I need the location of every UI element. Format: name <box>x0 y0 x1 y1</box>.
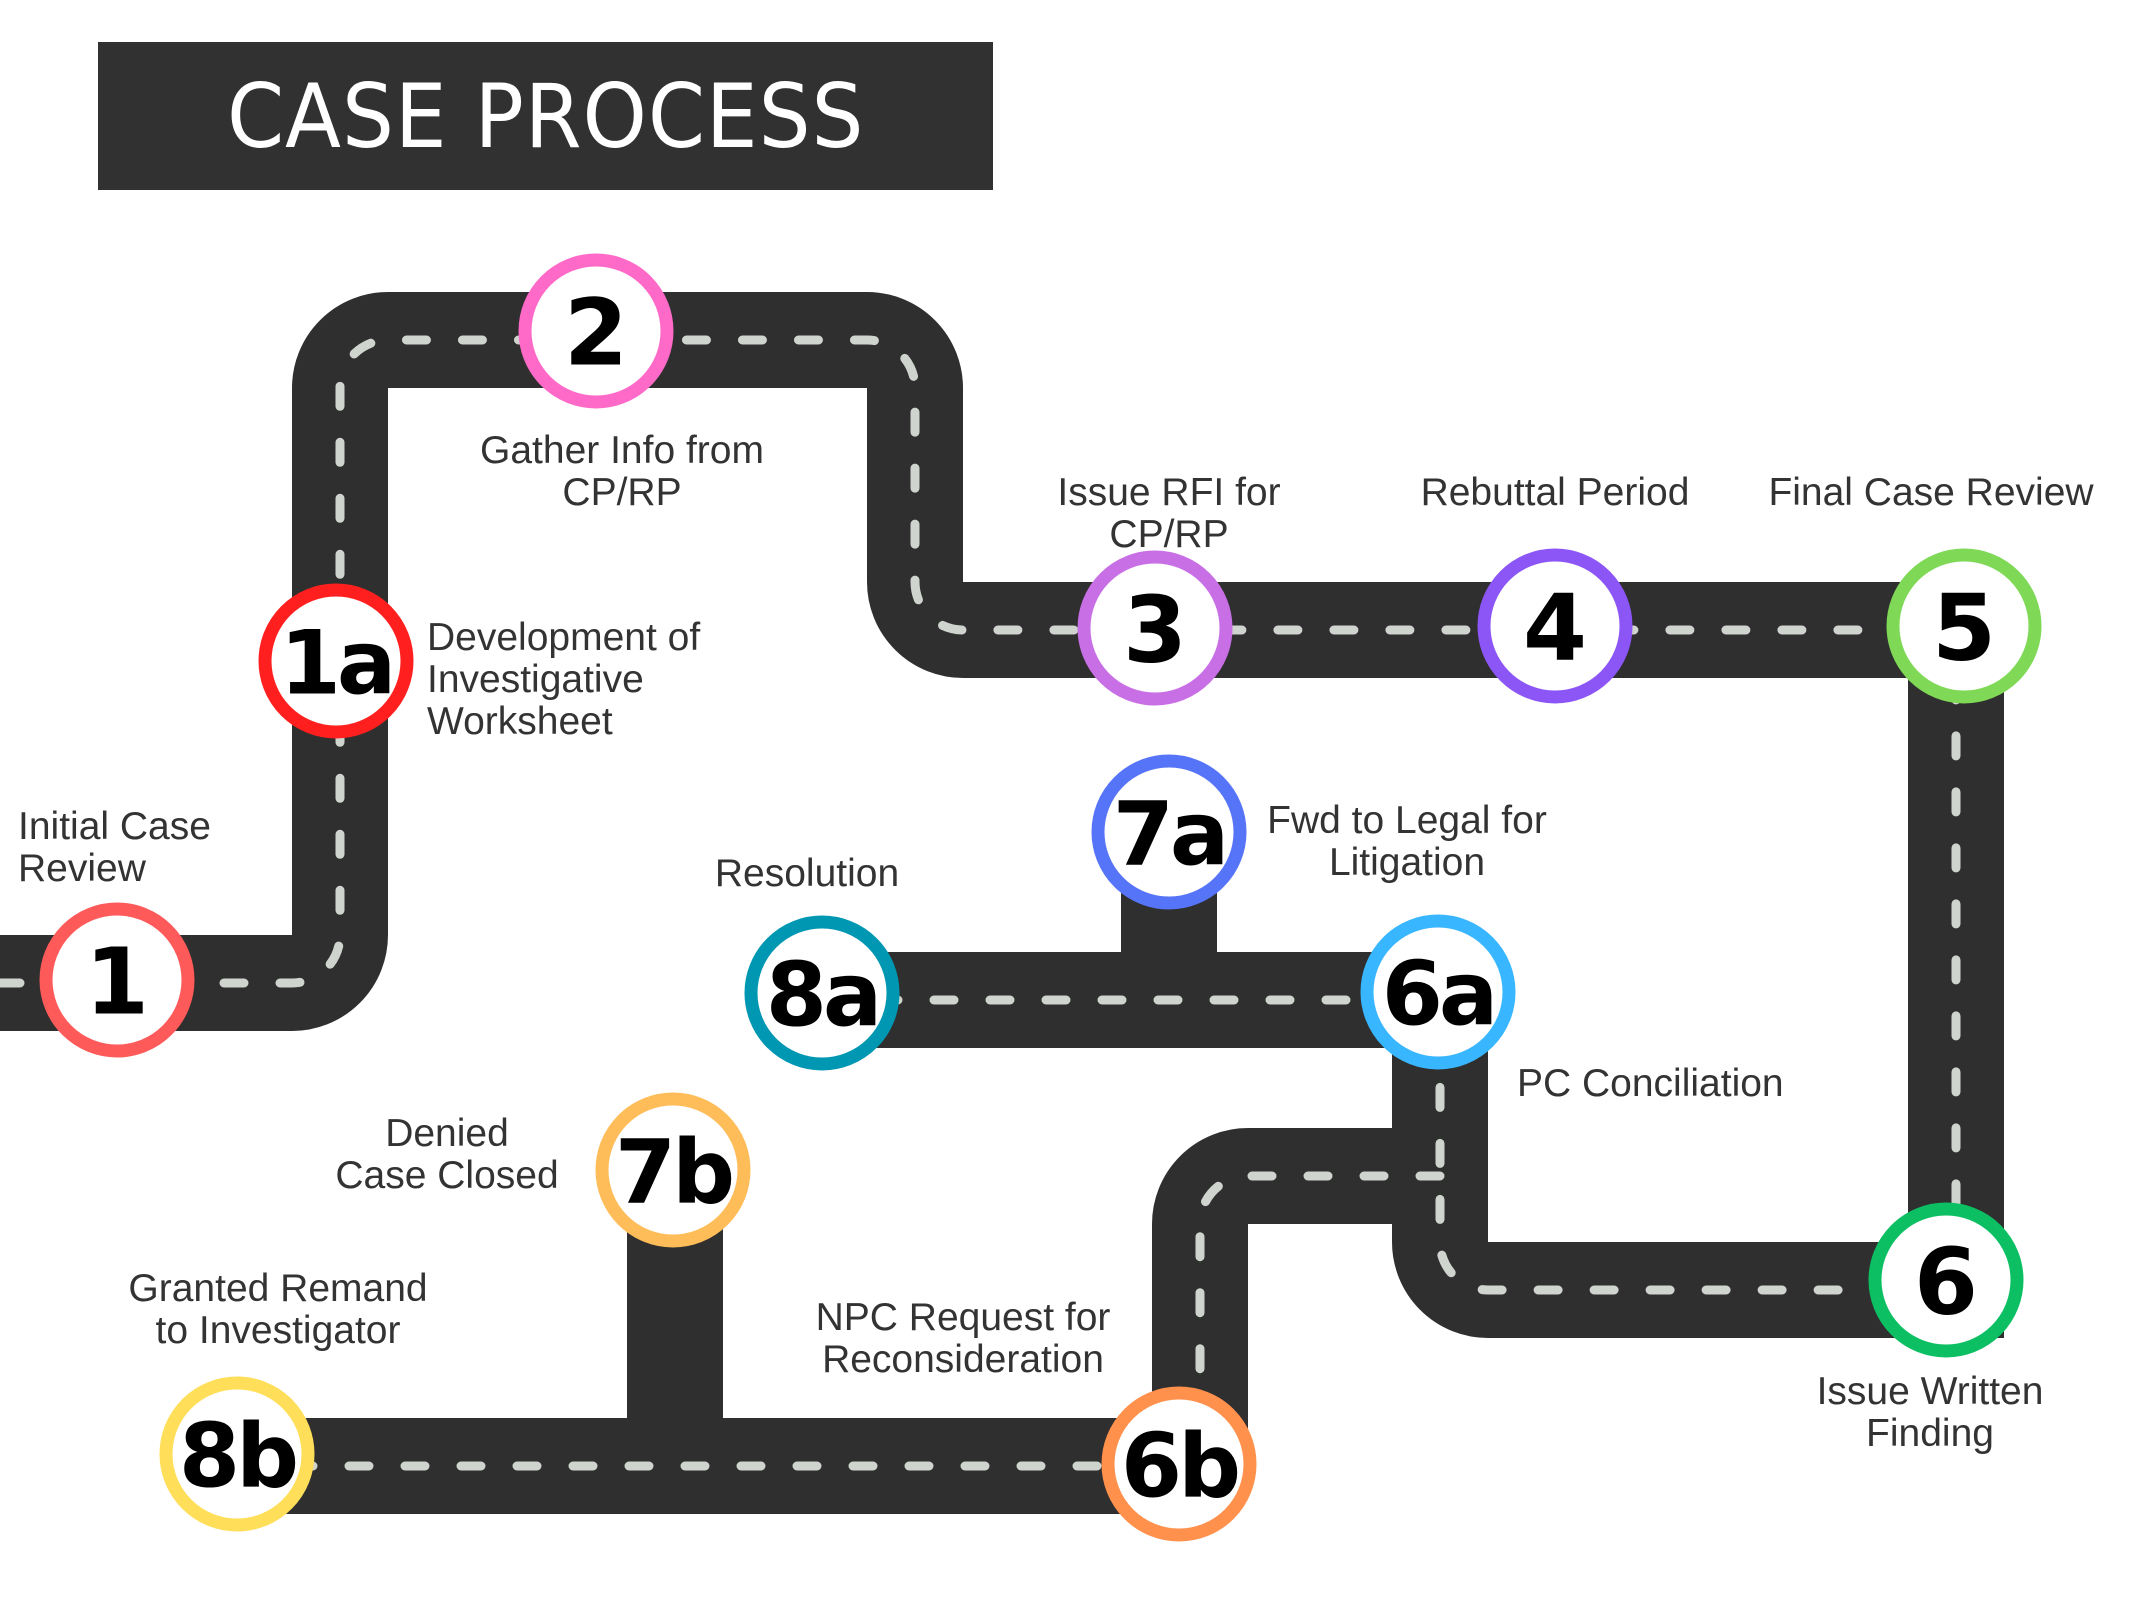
step-number: 7a <box>1113 783 1226 886</box>
step-marker-4: 4 <box>1477 548 1633 704</box>
step-label-line: NPC Request for <box>815 1296 1111 1339</box>
step-label-line: Final Case Review <box>1768 471 2094 514</box>
step-label-line: Reconsideration <box>822 1338 1104 1381</box>
step-label-line: Development of <box>427 616 701 659</box>
step-label-line: Worksheet <box>427 700 613 743</box>
step-label-line: Fwd to Legal for <box>1267 799 1547 842</box>
step-marker-1: 1 <box>39 902 195 1058</box>
step-label-6b: NPC Request for Reconsideration <box>816 1297 1111 1381</box>
step-label-1a: Development of Investigative Worksheet <box>427 617 700 743</box>
step-number: 6b <box>1121 1415 1238 1518</box>
step-label-line: Denied <box>385 1112 509 1155</box>
step-label-7b: Denied Case Closed <box>335 1113 558 1197</box>
step-marker-3: 3 <box>1077 550 1233 706</box>
step-marker-1a: 1a <box>258 583 414 739</box>
step-number: 8a <box>766 944 879 1047</box>
step-marker-6b: 6b <box>1101 1386 1257 1542</box>
page-title: CASE PROCESS <box>226 64 865 168</box>
step-label-line: CP/RP <box>562 471 682 514</box>
step-label-7a: Fwd to Legal for Litigation <box>1267 800 1547 884</box>
step-label-6: Issue Written Finding <box>1817 1371 2044 1455</box>
step-number: 4 <box>1523 575 1587 682</box>
step-label-line: Investigative <box>427 658 644 701</box>
step-label-8a: Resolution <box>715 853 899 895</box>
step-number: 7b <box>615 1121 732 1224</box>
step-marker-7a: 7a <box>1091 754 1247 910</box>
step-label-line: Finding <box>1866 1412 1994 1455</box>
step-number: 3 <box>1123 577 1187 684</box>
step-marker-6a: 6a <box>1360 914 1516 1070</box>
step-label-line: PC Conciliation <box>1517 1062 1784 1105</box>
step-marker-5: 5 <box>1886 548 2042 704</box>
step-number: 8b <box>179 1405 296 1508</box>
step-label-5: Final Case Review <box>1768 472 2093 514</box>
step-label-line: Case Closed <box>335 1154 559 1197</box>
step-marker-6: 6 <box>1868 1202 2024 1358</box>
step-label-line: Review <box>18 847 146 890</box>
title-banner: CASE PROCESS <box>98 42 993 190</box>
step-number: 1a <box>280 612 393 715</box>
step-label-line: Gather Info from <box>480 429 764 472</box>
step-label-line: to Investigator <box>155 1309 401 1352</box>
step-label-line: Granted Remand <box>128 1267 428 1310</box>
step-label-line: Issue Written <box>1816 1370 2044 1413</box>
step-marker-2: 2 <box>518 253 674 409</box>
step-marker-7b: 7b <box>595 1092 751 1248</box>
step-number: 1 <box>85 929 149 1036</box>
step-number: 6 <box>1914 1229 1978 1336</box>
step-number: 6a <box>1382 943 1495 1046</box>
step-label-4: Rebuttal Period <box>1421 472 1690 514</box>
step-label-3: Issue RFI for CP/RP <box>1057 472 1280 556</box>
step-label-2: Gather Info from CP/RP <box>480 430 764 514</box>
step-label-line: Rebuttal Period <box>1420 471 1690 514</box>
step-label-line: Litigation <box>1328 841 1486 884</box>
step-label-8b: Granted Remand to Investigator <box>128 1268 427 1352</box>
step-label-6a: PC Conciliation <box>1517 1063 1784 1105</box>
step-marker-8a: 8a <box>744 915 900 1071</box>
step-number: 2 <box>564 280 628 387</box>
step-label-line: Initial Case <box>18 805 211 848</box>
step-label-line: CP/RP <box>1109 513 1229 556</box>
step-label-line: Issue RFI for <box>1057 471 1281 514</box>
step-marker-8b: 8b <box>159 1376 315 1532</box>
step-label-1: Initial Case Review <box>18 806 211 890</box>
step-label-line: Resolution <box>714 852 900 895</box>
step-number: 5 <box>1932 575 1996 682</box>
